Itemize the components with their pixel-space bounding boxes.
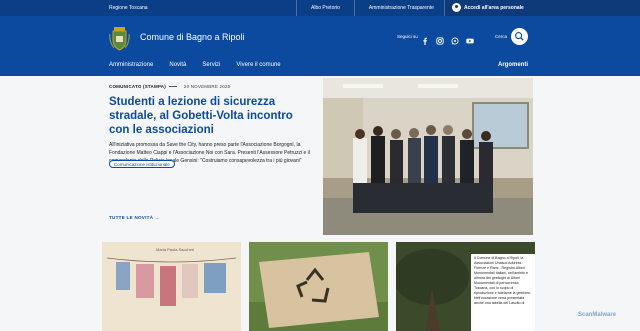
instagram-icon[interactable] bbox=[436, 32, 444, 45]
search-label: Cerca bbox=[495, 34, 508, 39]
card-text: Il Comune di Bagno a Ripoli, la Associaz… bbox=[471, 254, 535, 331]
municipal-crest-logo[interactable] bbox=[109, 26, 130, 51]
login-label: Accedi all'area personale bbox=[464, 5, 524, 11]
nav-item-argomenti[interactable]: Argomenti bbox=[498, 62, 528, 68]
amministrazione-trasparente-link[interactable]: Amministrazione Trasparente bbox=[353, 0, 448, 16]
article-kicker: COMUNICATO (STAMPA) 20 NOVEMBRE 2025 bbox=[109, 84, 314, 89]
hero-photo bbox=[323, 78, 533, 235]
utility-links: Albo Pretorio Amministrazione Trasparent… bbox=[296, 0, 448, 16]
top-utility-bar: Regione Toscana Albo Pretorio Amministra… bbox=[0, 0, 640, 16]
site-title[interactable]: Comune di Bagno a Ripoli bbox=[140, 32, 245, 42]
nav-item-novita[interactable]: Novità bbox=[169, 62, 186, 68]
card-image bbox=[102, 242, 241, 331]
kicker-separator bbox=[169, 86, 178, 88]
recycle-image bbox=[249, 242, 388, 331]
news-card-monumental-trees[interactable]: Il Comune di Bagno a Ripoli, la Associaz… bbox=[396, 242, 535, 331]
news-card-exhibition[interactable]: Maria Paola Saccheri bbox=[102, 242, 241, 331]
facebook-icon[interactable] bbox=[421, 32, 429, 45]
login-button[interactable]: Accedi all'area personale bbox=[444, 0, 640, 16]
user-icon bbox=[452, 3, 461, 12]
nav-item-amministrazione[interactable]: Amministrazione bbox=[109, 62, 153, 68]
news-card-recycling[interactable] bbox=[249, 242, 388, 331]
arrow-right-icon: → bbox=[154, 215, 160, 220]
all-news-label: TUTTE LE NOVITÀ bbox=[109, 215, 154, 220]
article-date: 20 NOVEMBRE 2025 bbox=[183, 84, 231, 89]
whatsapp-icon[interactable] bbox=[451, 32, 459, 45]
main-nav: Amministrazione Novità Servizi Vivere il… bbox=[109, 62, 297, 68]
category-chip[interactable]: Comunicazione istituzionale bbox=[109, 160, 175, 168]
site-header: Comune di Bagno a Ripoli Seguici su Cerc… bbox=[0, 16, 640, 76]
social-links bbox=[421, 32, 474, 45]
social-label: Seguici su bbox=[397, 34, 418, 39]
nav-item-servizi[interactable]: Servizi bbox=[202, 62, 220, 68]
scanmalware-watermark: ScanMalware bbox=[578, 312, 617, 318]
region-link[interactable]: Regione Toscana bbox=[109, 5, 148, 11]
article-category: COMUNICATO (STAMPA) bbox=[109, 84, 166, 89]
all-news-link[interactable]: TUTTE LE NOVITÀ → bbox=[109, 215, 160, 220]
card-image-caption: Maria Paola Saccheri bbox=[156, 247, 195, 252]
search-icon bbox=[515, 32, 524, 41]
hero-article: COMUNICATO (STAMPA) 20 NOVEMBRE 2025 Stu… bbox=[109, 84, 314, 165]
article-headline[interactable]: Studenti a lezione di sicurezza stradale… bbox=[109, 95, 314, 137]
albo-pretorio-link[interactable]: Albo Pretorio bbox=[296, 0, 354, 16]
nav-item-vivere-il-comune[interactable]: Vivere il comune bbox=[236, 62, 280, 68]
youtube-icon[interactable] bbox=[466, 32, 474, 44]
search-button[interactable] bbox=[511, 28, 528, 45]
